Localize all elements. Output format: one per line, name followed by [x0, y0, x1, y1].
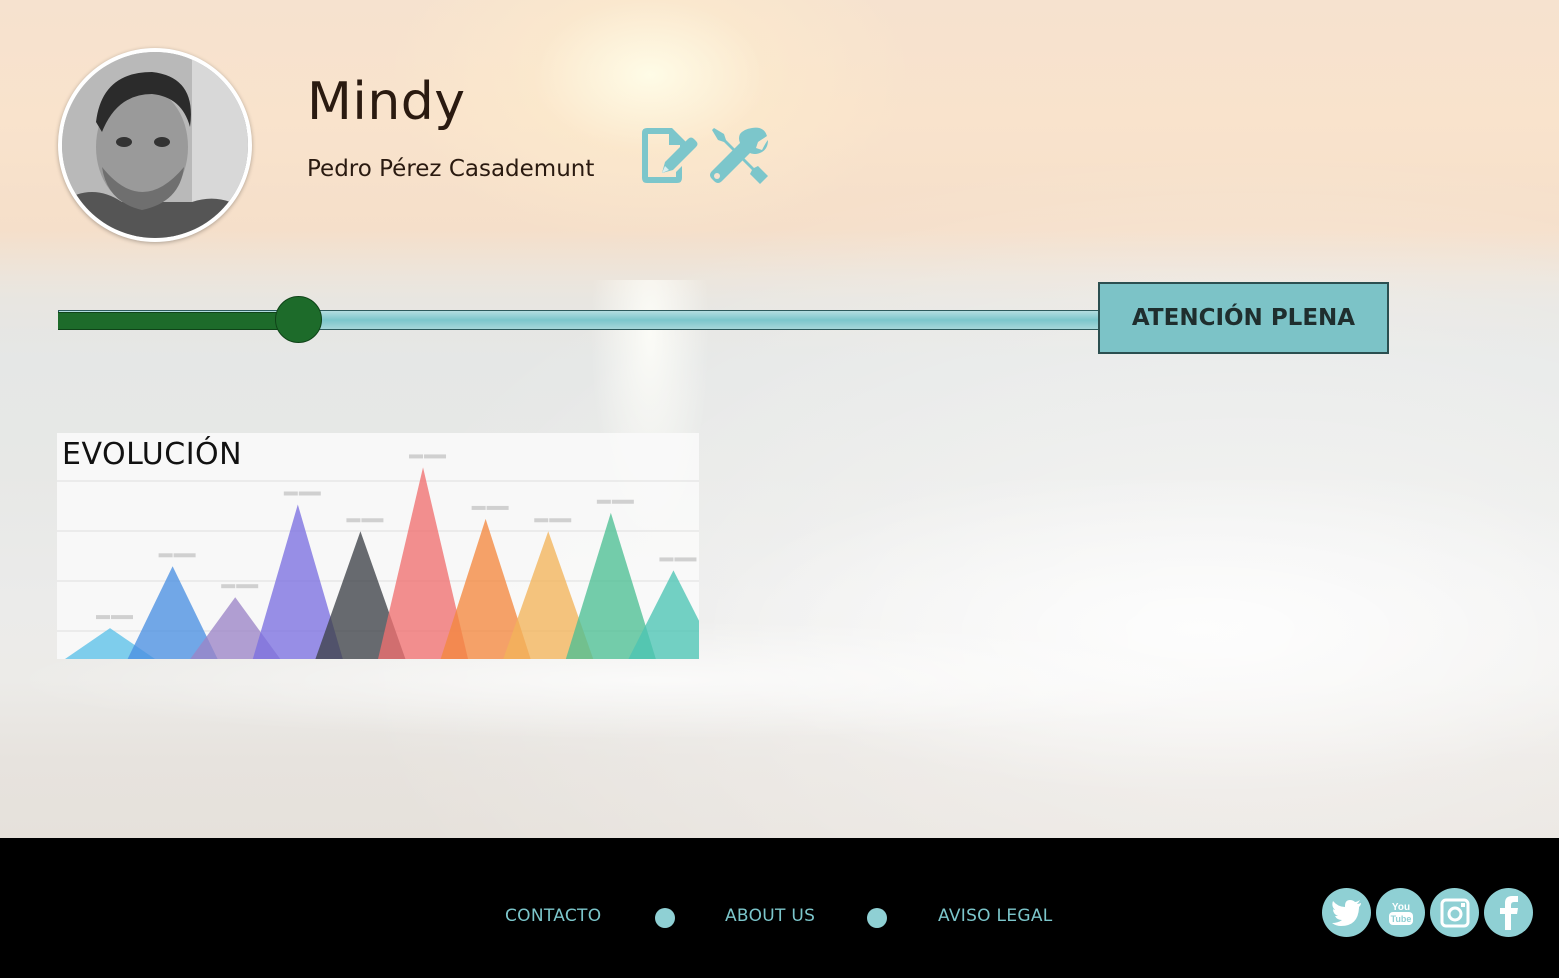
chart-label-placeholder [674, 557, 697, 562]
chart-label-placeholder [221, 584, 236, 589]
profile-full-name: Pedro Pérez Casademunt [307, 156, 595, 182]
chart-label-placeholder [409, 454, 424, 459]
avatar [58, 48, 252, 242]
chart-label-placeholder [596, 499, 611, 504]
profile-name: Mindy [307, 72, 466, 132]
chart-label-placeholder [158, 553, 173, 558]
avatar-photo [62, 52, 248, 238]
chart-label-placeholder [346, 518, 361, 523]
settings-button[interactable] [706, 124, 770, 186]
footer-separator-dot [655, 908, 675, 928]
youtube-icon: You Tube [1388, 902, 1413, 925]
level-button[interactable]: ATENCIÓN PLENA [1098, 282, 1389, 354]
chart-label-placeholder [549, 518, 572, 523]
instagram-icon [1440, 898, 1469, 927]
chart-label-placeholder [471, 505, 486, 510]
progress-handle[interactable] [274, 296, 322, 343]
chart-label-placeholder [96, 615, 110, 620]
edit-profile-button[interactable] [636, 125, 698, 187]
svg-text:You: You [1391, 902, 1409, 913]
footer-link-aviso-legal[interactable]: AVISO LEGAL [938, 906, 1053, 926]
chart-label-placeholder [298, 491, 321, 496]
chart-label-placeholder [659, 557, 674, 562]
progress-fill [58, 312, 298, 330]
chart-label-placeholder [486, 505, 509, 510]
footer-separator-dot [867, 908, 887, 928]
chart-label-placeholder [611, 499, 634, 504]
chart-label-placeholder [361, 518, 384, 523]
chart-label-placeholder [534, 518, 549, 523]
chart-label-placeholder [236, 584, 259, 589]
edit-document-icon [642, 128, 698, 183]
chart-label-placeholder [111, 615, 133, 620]
twitter-button[interactable] [1322, 888, 1371, 937]
chart-title: EVOLUCIÓN [62, 437, 243, 472]
footer-link-contacto[interactable]: CONTACTO [505, 906, 601, 926]
chart-label-placeholder [424, 454, 447, 459]
chart-label-placeholder [173, 553, 196, 558]
facebook-button[interactable] [1484, 888, 1533, 937]
chart-label-placeholder [283, 491, 298, 496]
facebook-icon [1499, 895, 1518, 930]
twitter-icon [1331, 899, 1361, 926]
youtube-button[interactable]: You Tube [1376, 888, 1425, 937]
tools-icon [710, 127, 768, 184]
svg-text:Tube: Tube [1390, 914, 1411, 924]
footer-link-about-us[interactable]: ABOUT US [725, 906, 815, 926]
instagram-button[interactable] [1430, 888, 1479, 937]
